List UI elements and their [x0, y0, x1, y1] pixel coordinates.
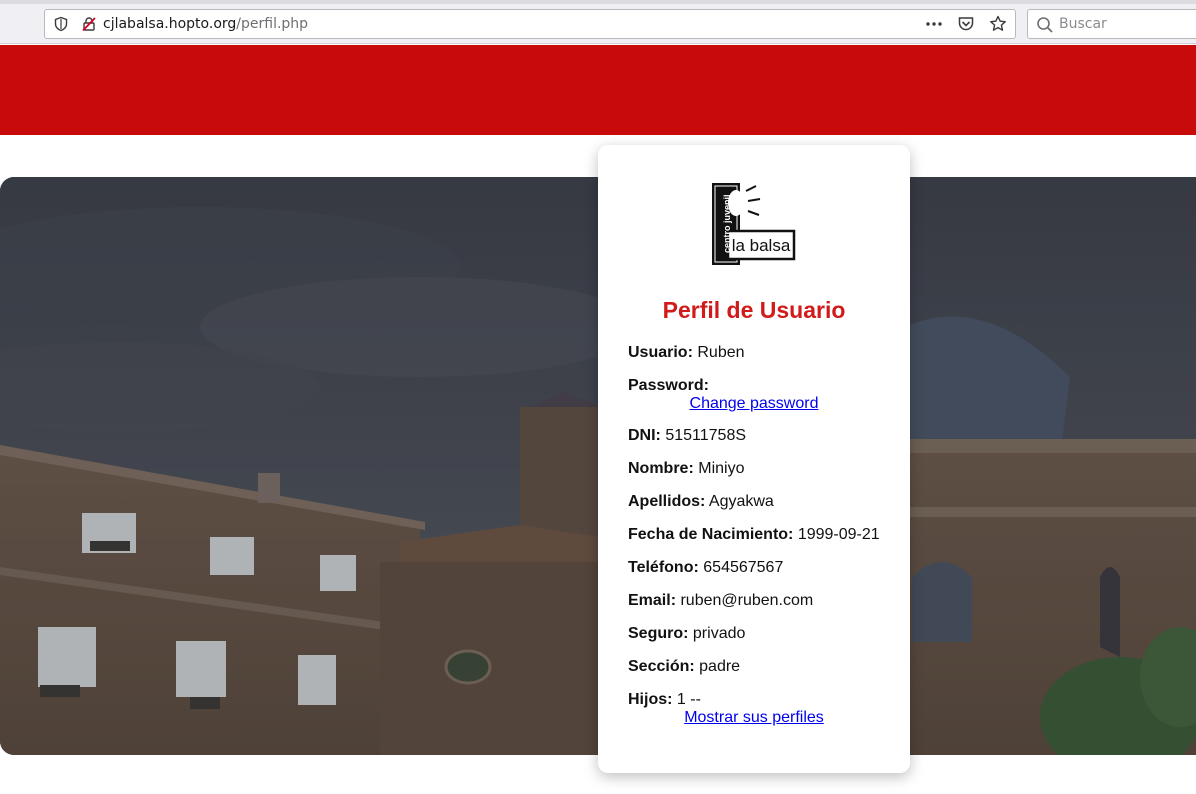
field-dni: DNI: 51511758S [628, 427, 900, 460]
usuario-label: Usuario: [628, 344, 693, 361]
seguro-label: Seguro: [628, 625, 689, 642]
insecure-lock-icon[interactable] [81, 16, 97, 32]
email-value: ruben@ruben.com [680, 592, 814, 609]
usuario-value: Ruben [697, 344, 745, 361]
email-label: Email: [628, 592, 677, 609]
field-usuario: Usuario: Ruben [628, 344, 900, 377]
profile-card: la balsa centro juvenil Perfil de Usuari… [598, 145, 910, 773]
url-path: /perfil.php [236, 16, 309, 32]
password-label: Password: [628, 377, 709, 394]
dni-label: DNI: [628, 427, 661, 444]
search-placeholder: Buscar [1059, 16, 1107, 32]
field-email: Email: ruben@ruben.com [628, 592, 900, 625]
field-nombre: Nombre: Miniyo [628, 460, 900, 493]
field-fecha-nacimiento: Fecha de Nacimiento: 1999-09-21 [628, 526, 900, 559]
shield-icon[interactable] [53, 16, 69, 32]
toolbar-edge [0, 0, 1196, 4]
field-telefono: Teléfono: 654567567 [628, 559, 900, 592]
club-logo: la balsa centro juvenil [710, 181, 798, 269]
fecha-value: 1999-09-21 [797, 526, 880, 543]
search-icon [1036, 16, 1054, 34]
telefono-value: 654567567 [703, 559, 784, 576]
field-apellidos: Apellidos: Agyakwa [628, 493, 900, 526]
field-seguro: Seguro: privado [628, 625, 900, 658]
fecha-label: Fecha de Nacimiento: [628, 526, 794, 543]
seccion-value: padre [699, 658, 741, 675]
seccion-label: Sección: [628, 658, 695, 675]
telefono-label: Teléfono: [628, 559, 699, 576]
browser-toolbar: cjlabalsa.hopto.org/perfil.php Buscar [0, 0, 1196, 44]
bookmark-star-icon[interactable] [989, 15, 1007, 33]
seguro-value: privado [692, 625, 746, 642]
apellidos-value: Agyakwa [708, 493, 774, 510]
page-title: Perfil de Usuario [662, 297, 846, 323]
logo-vertical-text: centro juvenil [722, 194, 732, 253]
search-bar[interactable]: Buscar [1027, 9, 1196, 39]
hijos-label: Hijos: [628, 691, 673, 708]
field-hijos: Hijos: 1 -- Mostrar sus perfiles [628, 691, 900, 741]
hijos-value: 1 -- [676, 691, 701, 708]
url-host: cjlabalsa.hopto.org [103, 16, 237, 32]
field-password: Password: Change password [628, 377, 900, 427]
url-text[interactable]: cjlabalsa.hopto.org/perfil.php [103, 16, 308, 32]
nombre-label: Nombre: [628, 460, 694, 477]
dni-value: 51511758S [665, 427, 747, 444]
header-banner [0, 45, 1196, 135]
logo-text: la balsa [732, 236, 791, 255]
more-icon[interactable] [925, 15, 943, 33]
nombre-value: Miniyo [698, 460, 745, 477]
change-password-link[interactable]: Change password [690, 395, 819, 412]
show-children-profiles-link[interactable]: Mostrar sus perfiles [684, 709, 824, 726]
apellidos-label: Apellidos: [628, 493, 706, 510]
pocket-icon[interactable] [957, 15, 975, 33]
field-seccion: Sección: padre [628, 658, 900, 691]
profile-fields: Usuario: Ruben Password: Change password… [628, 344, 900, 741]
url-bar[interactable]: cjlabalsa.hopto.org/perfil.php [44, 9, 1016, 39]
